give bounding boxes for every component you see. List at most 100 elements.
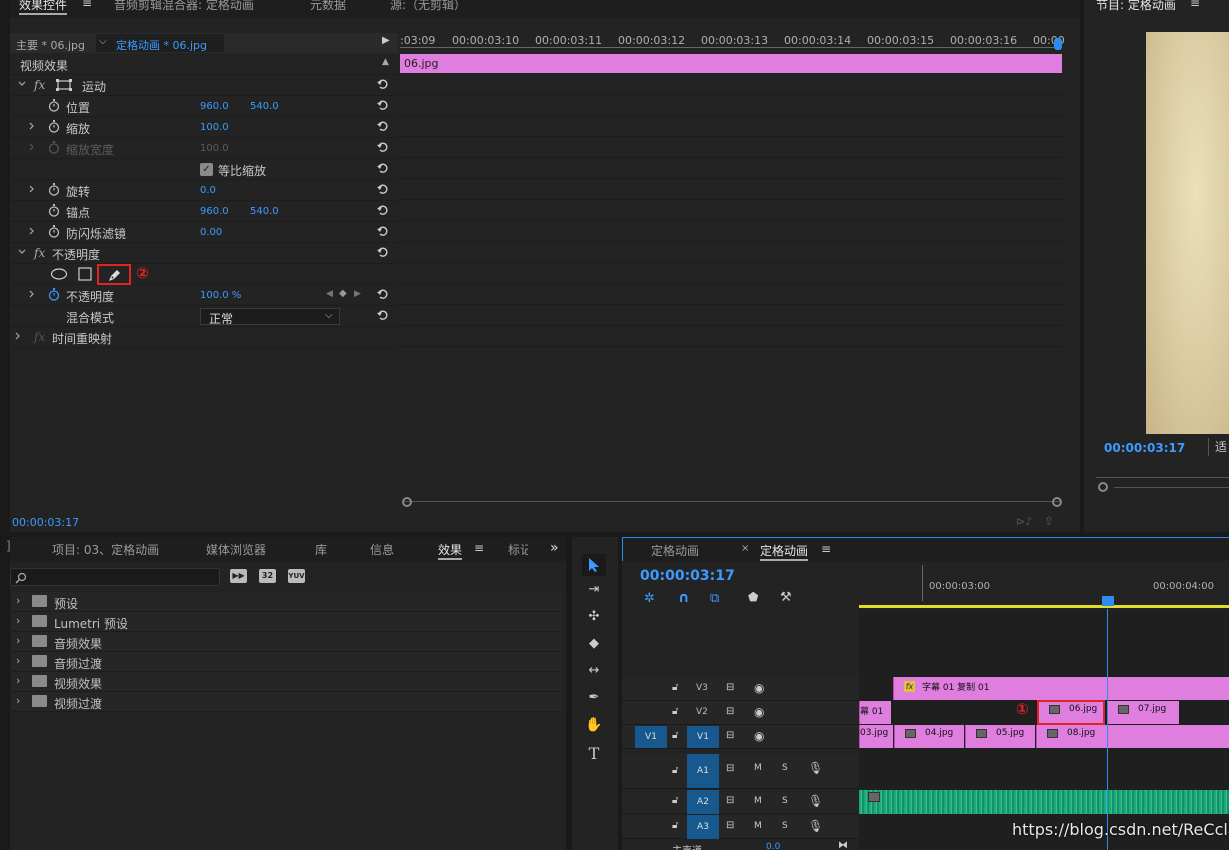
play-only-icon[interactable]: ▶: [382, 35, 390, 46]
pen-mask-icon[interactable]: [107, 268, 122, 283]
type-tool[interactable]: T: [582, 744, 606, 766]
fit-dropdown[interactable]: 适: [1208, 438, 1229, 456]
clip-v1-03[interactable]: 03.jpg: [859, 725, 893, 748]
fx-icon[interactable]: fx: [34, 78, 45, 92]
pen-mask-highlight[interactable]: [97, 264, 131, 285]
fx-icon[interactable]: fx: [34, 246, 45, 260]
export-icon[interactable]: ⇪: [1044, 514, 1054, 528]
prev-keyframe-icon[interactable]: ◀: [326, 289, 333, 299]
ec-horizontal-scrollbar[interactable]: [402, 497, 1062, 509]
sequence-clip-dropdown[interactable]: ⌵ 定格动画 * 06.jpg: [96, 34, 224, 52]
chevron-down-icon[interactable]: [18, 80, 26, 88]
opacity-section-row[interactable]: fx 不透明度: [10, 243, 398, 264]
antiflicker-value[interactable]: 0.00: [200, 227, 222, 238]
chevron-right-icon[interactable]: ›: [16, 634, 20, 647]
tab-metadata[interactable]: 元数据: [310, 0, 346, 13]
wrench-icon[interactable]: ⚒: [780, 590, 792, 605]
tree-item-audio-transitions[interactable]: › 音频过渡: [12, 652, 562, 672]
reset-icon[interactable]: [376, 77, 390, 91]
program-ruler[interactable]: [1096, 468, 1229, 478]
clip-v2-07[interactable]: 07.jpg: [1107, 701, 1179, 724]
chevron-right-icon[interactable]: [28, 227, 36, 235]
tl-ruler[interactable]: 00:00:03:00 00:00:04:00: [859, 565, 1229, 609]
tl-timecode[interactable]: 00:00:03:17: [640, 568, 735, 584]
ripple-edit-tool[interactable]: ✣: [582, 609, 606, 631]
position-x-value[interactable]: 960.0: [200, 101, 229, 112]
tab-menu-icon[interactable]: ≡: [1190, 0, 1200, 10]
work-area-bar[interactable]: [859, 605, 1229, 608]
tree-item-video-effects[interactable]: › 视频效果: [12, 672, 562, 692]
clip-title[interactable]: fx 字幕 01 复制 01: [893, 677, 1229, 700]
effects-search-input[interactable]: [10, 568, 220, 586]
accelerated-effects-icon[interactable]: ▶▶: [230, 569, 247, 583]
tab-libraries[interactable]: 库: [315, 541, 327, 558]
tab-sequence-1[interactable]: 定格动画: [651, 542, 699, 559]
stopwatch-icon[interactable]: [48, 120, 60, 133]
reset-icon[interactable]: [376, 140, 390, 154]
stopwatch-active-icon[interactable]: [48, 288, 60, 301]
position-y-value[interactable]: 540.0: [250, 101, 279, 112]
tree-item-presets[interactable]: › 预设: [12, 592, 562, 612]
keyframe-area[interactable]: [400, 74, 1062, 348]
tab-media-browser[interactable]: 媒体浏览器: [206, 541, 266, 558]
track-label[interactable]: A1: [687, 754, 719, 788]
uniform-scale-checkbox[interactable]: ✓: [200, 163, 213, 176]
tab-menu-icon[interactable]: ≡: [474, 541, 484, 555]
reset-icon[interactable]: [376, 224, 390, 238]
tab-effects[interactable]: 效果: [438, 541, 463, 560]
audio-clip-a2[interactable]: [859, 790, 1229, 814]
motion-row[interactable]: fx 运动: [10, 75, 398, 96]
tree-item-audio-effects[interactable]: › 音频效果: [12, 632, 562, 652]
clip-v1-05[interactable]: 05.jpg: [965, 725, 1035, 748]
program-timecode[interactable]: 00:00:03:17: [1104, 441, 1185, 455]
mute-button[interactable]: M: [754, 821, 762, 831]
tree-item-lumetri-presets[interactable]: › Lumetri 预设: [12, 612, 562, 632]
clip-v1-08[interactable]: 08.jpg: [1036, 725, 1229, 748]
rectangle-mask-icon[interactable]: [78, 267, 92, 281]
go-to-end-icon[interactable]: ⧓: [838, 840, 848, 850]
tab-effect-controls[interactable]: 效果控件: [19, 0, 68, 15]
source-patch-v1[interactable]: V1: [635, 726, 667, 748]
mute-button[interactable]: M: [754, 796, 762, 806]
track-label[interactable]: A3: [687, 815, 719, 839]
eye-icon[interactable]: ◉: [754, 705, 764, 719]
pen-tool[interactable]: ✒: [582, 690, 606, 712]
microphone-icon[interactable]: 🎙︎: [808, 819, 823, 833]
add-keyframe-icon[interactable]: ◆: [339, 288, 347, 299]
sync-lock-icon[interactable]: ⊟: [726, 763, 734, 774]
stopwatch-icon[interactable]: [48, 183, 60, 196]
tl-playhead-handle[interactable]: [1102, 596, 1114, 606]
track-label[interactable]: V1: [687, 726, 719, 748]
chevron-right-icon[interactable]: ›: [16, 674, 20, 687]
master-clip-label[interactable]: 主要 * 06.jpg: [16, 37, 85, 53]
chevron-right-icon[interactable]: ›: [16, 654, 20, 667]
linked-selection-icon[interactable]: ⧉: [710, 591, 719, 606]
lock-icon[interactable]: 🔓︎: [672, 765, 678, 776]
close-icon[interactable]: ×: [741, 543, 749, 554]
tab-info[interactable]: 信息: [370, 541, 394, 558]
snap-icon[interactable]: ∩: [678, 590, 689, 606]
stopwatch-icon[interactable]: [48, 204, 60, 217]
next-keyframe-icon[interactable]: ▶: [354, 289, 361, 299]
scroll-handle-right[interactable]: [1052, 497, 1062, 507]
time-remap-row[interactable]: fx 时间重映射: [10, 327, 398, 348]
filter-play-icon[interactable]: ⊳♪: [1016, 515, 1032, 528]
tree-item-video-transitions[interactable]: › 视频过渡: [12, 692, 562, 712]
solo-button[interactable]: S: [782, 821, 788, 831]
stopwatch-icon[interactable]: [48, 99, 60, 112]
program-scrollbar[interactable]: [1114, 487, 1229, 488]
tl-playhead-line[interactable]: [1107, 609, 1108, 850]
transform-icon[interactable]: [56, 79, 72, 91]
reset-icon[interactable]: [376, 161, 390, 175]
clip-v2[interactable]: 幕 01: [859, 701, 891, 724]
chevron-right-icon[interactable]: [14, 332, 22, 340]
nest-icon[interactable]: ✲: [644, 591, 655, 606]
track-label[interactable]: A2: [687, 790, 719, 814]
lock-icon[interactable]: 🔓︎: [672, 682, 678, 693]
track-select-tool[interactable]: ⇥: [582, 582, 606, 604]
chevron-right-icon[interactable]: [28, 185, 36, 193]
selection-tool[interactable]: [582, 554, 606, 576]
yuv-effects-icon[interactable]: YUV: [288, 569, 305, 583]
mute-button[interactable]: M: [754, 763, 762, 773]
program-scroll-handle[interactable]: [1098, 482, 1108, 492]
